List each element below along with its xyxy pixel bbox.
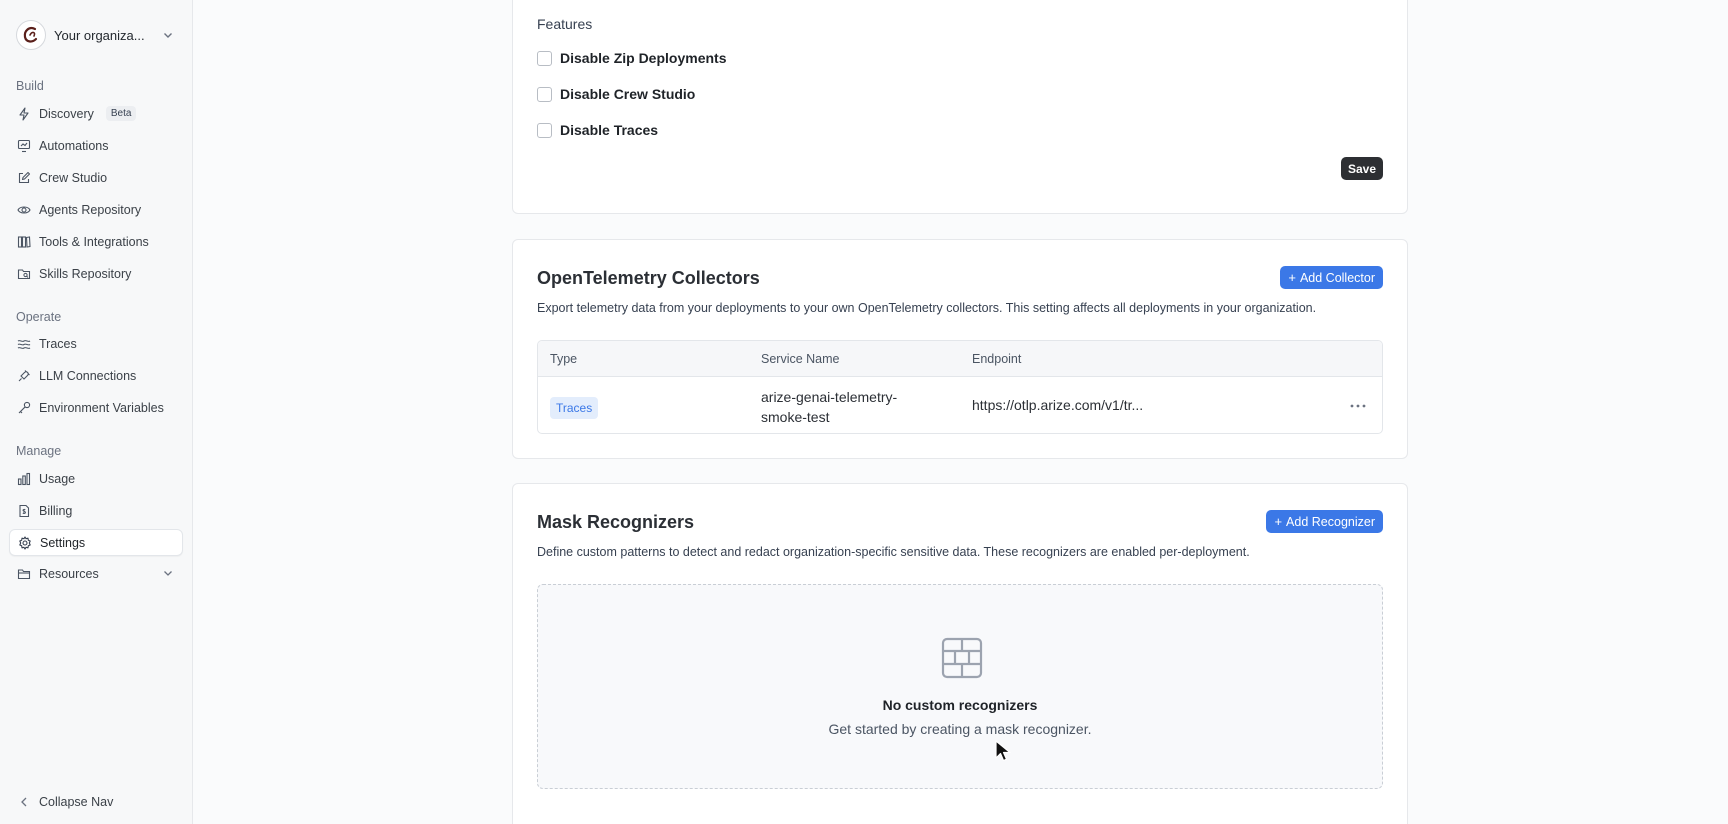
add-recognizer-label: Add Recognizer [1286, 514, 1375, 529]
sidebar-item-skills-repository[interactable]: Skills Repository [9, 260, 183, 287]
settings-main: Features Disable Zip Deployments Disable… [193, 0, 1728, 824]
sidebar-item-discovery[interactable]: Discovery Beta [9, 100, 183, 127]
service-name-line: arize-genai-telemetry- [761, 389, 898, 405]
feature-disable-crew-studio[interactable]: Disable Crew Studio [537, 86, 695, 102]
sidebar-item-label: Settings [40, 535, 86, 550]
receipt-icon [17, 504, 31, 518]
otel-title: OpenTelemetry Collectors [537, 268, 760, 288]
sidebar-item-label: Agents Repository [39, 202, 142, 217]
sidebar-item-label: Usage [39, 471, 76, 486]
add-collector-button[interactable]: + Add Collector [1280, 266, 1383, 289]
sidebar-item-label: Skills Repository [39, 266, 132, 281]
more-options-icon[interactable] [1348, 399, 1368, 413]
feature-label: Disable Zip Deployments [560, 50, 727, 66]
service-name-cell: arize-genai-telemetry- smoke-test [761, 387, 897, 427]
table-cells-icon [941, 637, 983, 679]
plug-icon [17, 369, 31, 383]
checkbox[interactable] [537, 50, 552, 66]
column-header-endpoint: Endpoint [972, 352, 1022, 366]
sidebar-item-label: Environment Variables [39, 400, 164, 415]
sidebar-item-crew-studio[interactable]: Crew Studio [9, 164, 183, 191]
chevron-down-icon [161, 566, 175, 580]
mask-title: Mask Recognizers [537, 512, 695, 532]
column-header-type: Type [550, 352, 578, 366]
bar-chart-icon [17, 472, 31, 486]
sidebar: Your organiza... Build Discovery Beta Au… [0, 0, 193, 824]
otel-collectors-card: OpenTelemetry Collectors + Add Collector… [512, 239, 1408, 459]
sidebar-item-automations[interactable]: Automations [9, 132, 183, 159]
checkbox[interactable] [537, 86, 552, 102]
feature-label: Disable Traces [560, 122, 659, 138]
org-logo-icon [16, 20, 46, 50]
sidebar-item-label: Discovery [39, 106, 94, 121]
column-header-service-name: Service Name [761, 352, 840, 366]
books-icon [17, 235, 31, 249]
endpoint-cell: https://otlp.arize.com/v1/tr... [972, 397, 1144, 413]
sidebar-item-llm-connections[interactable]: LLM Connections [9, 362, 183, 389]
lightning-icon [17, 106, 31, 121]
type-badge: Traces [550, 397, 599, 419]
empty-state-subtitle: Get started by creating a mask recognize… [828, 721, 1092, 737]
add-collector-label: Add Collector [1299, 270, 1375, 285]
empty-state: No custom recognizers Get started by cre… [537, 584, 1383, 789]
nav-section-build: Build [16, 79, 44, 93]
table-row: Traces arize-genai-telemetry- smoke-test… [538, 377, 1382, 433]
gear-icon [18, 535, 32, 550]
sidebar-item-label: Crew Studio [39, 170, 108, 185]
plus-icon: + [1274, 514, 1283, 529]
waves-icon [17, 337, 31, 351]
collectors-table: Type Service Name Endpoint Traces arize-… [537, 340, 1383, 434]
nav-section-operate: Operate [16, 310, 62, 324]
org-switcher[interactable]: Your organiza... [16, 18, 176, 52]
sidebar-item-usage[interactable]: Usage [9, 465, 183, 492]
mask-recognizers-card: Mask Recognizers + Add Recognizer Define… [512, 483, 1408, 824]
collapse-nav-button[interactable]: Collapse Nav [9, 788, 183, 815]
service-name-line: smoke-test [761, 409, 830, 425]
key-icon [17, 401, 31, 415]
beta-badge: Beta [105, 106, 137, 121]
add-recognizer-button[interactable]: + Add Recognizer [1266, 510, 1383, 533]
features-heading: Features [537, 16, 593, 32]
feature-label: Disable Crew Studio [560, 86, 696, 102]
folder-search-icon [17, 267, 31, 281]
table-header: Type Service Name Endpoint [538, 341, 1382, 377]
folder-icon [17, 567, 31, 581]
sidebar-item-traces[interactable]: Traces [9, 330, 183, 357]
eye-icon [17, 203, 31, 217]
mouse-cursor-icon [995, 740, 1011, 762]
sidebar-item-settings[interactable]: Settings [9, 529, 183, 556]
empty-state-title: No custom recognizers [882, 697, 1038, 713]
feature-disable-zip-deployments[interactable]: Disable Zip Deployments [537, 50, 726, 66]
sidebar-item-label: Automations [39, 138, 109, 153]
collapse-nav-label: Collapse Nav [39, 794, 114, 809]
mask-description: Define custom patterns to detect and red… [537, 545, 1250, 559]
app: Your organiza... Build Discovery Beta Au… [0, 0, 1728, 824]
org-name: Your organiza... [54, 27, 145, 43]
save-button[interactable]: Save [1340, 157, 1383, 180]
sidebar-item-environment-variables[interactable]: Environment Variables [9, 394, 183, 421]
features-card: Features Disable Zip Deployments Disable… [512, 0, 1408, 214]
chevron-left-icon [17, 795, 31, 809]
sidebar-item-label: Billing [39, 503, 73, 518]
plus-icon: + [1288, 270, 1296, 285]
sidebar-item-agents-repository[interactable]: Agents Repository [9, 196, 183, 223]
pencil-square-icon [17, 171, 31, 185]
sidebar-item-label: Tools & Integrations [39, 234, 149, 249]
checkbox[interactable] [537, 122, 552, 138]
sidebar-item-resources[interactable]: Resources [9, 560, 183, 587]
otel-description: Export telemetry data from your deployme… [537, 301, 1317, 315]
sidebar-item-label: LLM Connections [39, 368, 137, 383]
sidebar-item-tools-integrations[interactable]: Tools & Integrations [9, 228, 183, 255]
sidebar-item-label: Traces [39, 336, 77, 351]
chevron-down-icon [160, 27, 176, 43]
sidebar-item-label: Resources [39, 566, 99, 581]
presentation-chart-icon [17, 139, 31, 153]
sidebar-item-billing[interactable]: Billing [9, 497, 183, 524]
feature-disable-traces[interactable]: Disable Traces [537, 122, 658, 138]
nav-section-manage: Manage [16, 444, 62, 458]
